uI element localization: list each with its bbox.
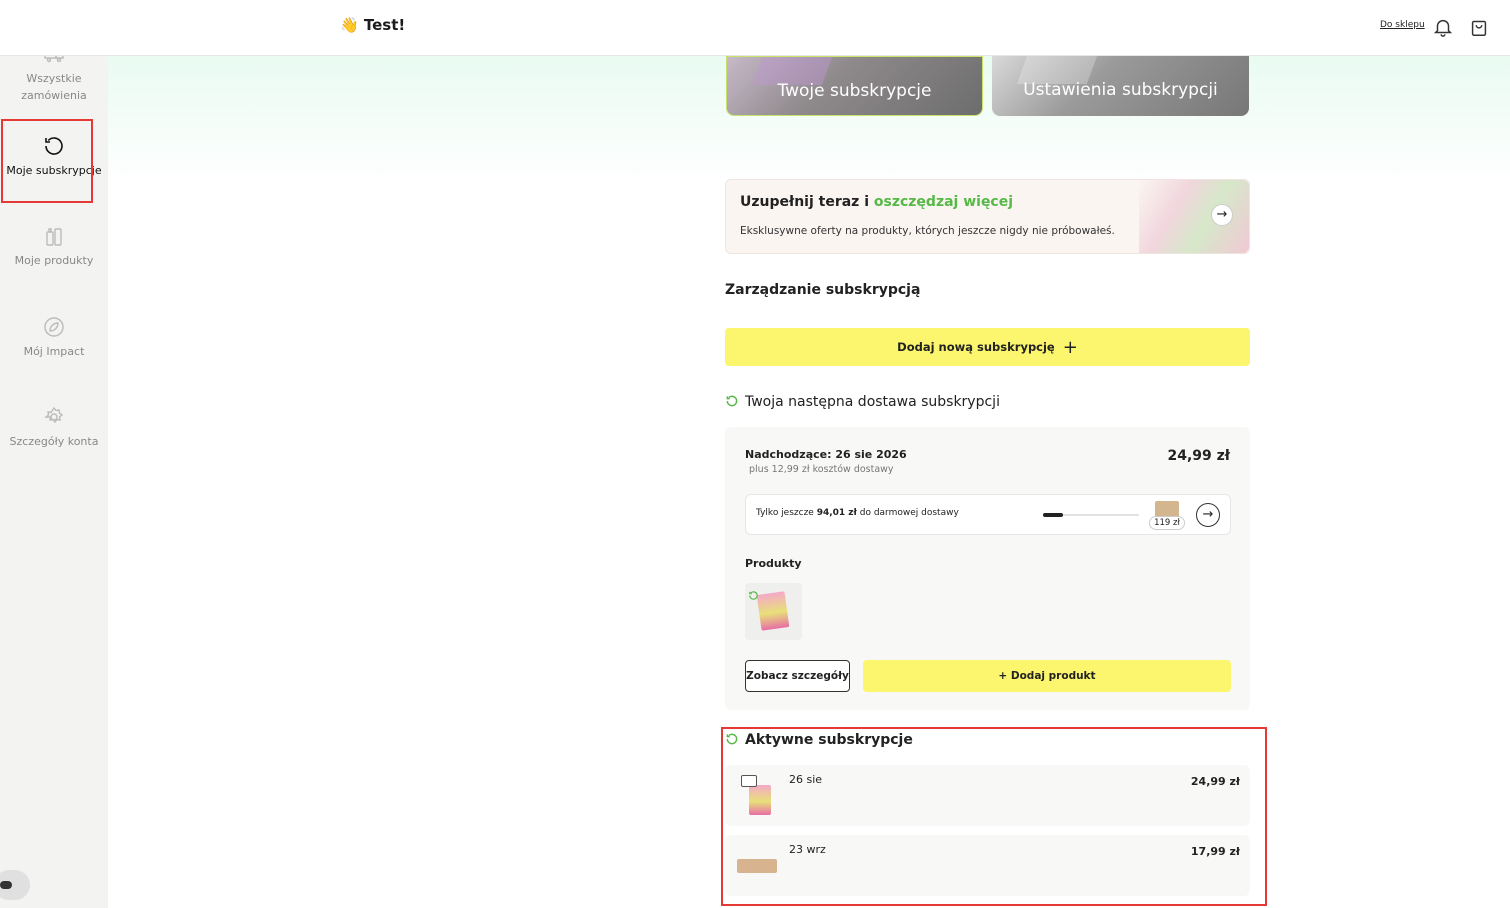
progress-track — [1043, 513, 1139, 517]
active-subscriptions-title-text: Aktywne subskrypcje — [745, 732, 913, 748]
products-title: Produkty — [745, 557, 802, 570]
next-delivery-title: Twoja następna dostawa subskrypcji — [725, 394, 1000, 410]
management-title: Zarządzanie subskrypcją — [725, 282, 921, 298]
subscription-price: 24,99 zł — [1190, 775, 1240, 788]
subscription-row[interactable]: 26 sie 24,99 zł — [725, 765, 1250, 826]
refresh-icon — [748, 586, 759, 600]
cart-icon[interactable] — [1468, 16, 1490, 38]
greeting-title: 👋 Test! — [340, 16, 406, 34]
free-shipping-progress: Tylko jeszcze 94,01 zł do darmowej dosta… — [745, 494, 1231, 535]
next-delivery-card: Nadchodzące: 26 sie 2026 plus 12,99 zł k… — [725, 427, 1250, 710]
see-details-button[interactable]: Zobacz szczegóły — [745, 660, 850, 692]
product-image — [756, 591, 790, 631]
sidebar-item-label: Wszystkie zamówienia — [21, 72, 87, 102]
arrow-right-icon[interactable]: → — [1196, 503, 1220, 527]
upcoming-date: Nadchodzące: 26 sie 2026 — [745, 448, 907, 461]
sidebar-item-label: Mój Impact — [23, 345, 85, 358]
free-shipping-text: Tylko jeszcze 94,01 zł do darmowej dosta… — [756, 508, 959, 518]
subscription-price: 17,99 zł — [1190, 845, 1240, 858]
promo-subtitle: Eksklusywne oferty na produkty, których … — [740, 225, 1115, 237]
sidebar: Wszystkie zamówienia Moje subskrypcje Mo… — [0, 49, 108, 908]
promo-title-highlight: oszczędzaj więcej — [873, 194, 1014, 210]
subscription-date: 23 wrz — [789, 843, 826, 856]
chat-toggle[interactable] — [0, 870, 30, 900]
tile-label: Twoje subskrypcje — [777, 81, 932, 101]
refresh-icon — [725, 394, 739, 408]
top-header: 👋 Test! Do sklepu — [0, 0, 1510, 56]
free-shipping-suffix: do darmowej dostawy — [856, 508, 959, 518]
highlight-box-sidebar — [1, 119, 93, 203]
progress-fill — [1043, 513, 1064, 517]
active-subscriptions-title: Aktywne subskrypcje — [725, 732, 913, 748]
sidebar-item-products[interactable]: Moje produkty — [0, 224, 108, 269]
threshold-label: 119 zł — [1149, 516, 1185, 530]
free-shipping-prefix: Tylko jeszcze — [756, 508, 817, 518]
tile-label: Ustawienia subskrypcji — [1023, 80, 1218, 100]
delivery-price: 24,99 zł — [1167, 448, 1230, 464]
gear-icon — [42, 405, 66, 429]
subscription-thumbnail — [739, 773, 773, 817]
add-subscription-label: Dodaj nową subskrypcję — [897, 340, 1055, 354]
shipping-cost: plus 12,99 zł kosztów dostawy — [749, 464, 894, 475]
add-subscription-button[interactable]: Dodaj nową subskrypcję + — [725, 328, 1250, 366]
product-thumbnail[interactable] — [745, 583, 802, 640]
promo-title-start: Uzupełnij teraz i — [740, 194, 874, 210]
sidebar-item-impact[interactable]: Mój Impact — [0, 315, 108, 360]
tile-your-subscriptions[interactable]: Twoje subskrypcje — [726, 56, 983, 116]
leaf-icon — [42, 315, 66, 339]
sidebar-item-account[interactable]: Szczegóły konta — [0, 405, 108, 450]
sidebar-item-label: Szczegóły konta — [9, 435, 99, 448]
sidebar-item-label: Moje produkty — [14, 254, 94, 267]
refresh-icon — [725, 732, 739, 746]
promo-banner[interactable]: Uzupełnij teraz i oszczędzaj więcej Eksk… — [725, 179, 1250, 254]
shop-link[interactable]: Do sklepu — [1380, 20, 1425, 30]
next-delivery-title-text: Twoja następna dostawa subskrypcji — [745, 394, 1000, 410]
promo-title: Uzupełnij teraz i oszczędzaj więcej — [740, 194, 1013, 210]
products-icon — [42, 224, 66, 248]
subscription-date: 26 sie — [789, 773, 823, 786]
bell-icon[interactable] — [1432, 16, 1454, 38]
add-product-button[interactable]: + Dodaj produkt — [863, 660, 1231, 692]
arrow-right-icon[interactable]: → — [1211, 204, 1233, 226]
subscription-row[interactable]: 23 wrz 17,99 zł — [725, 835, 1250, 896]
subscription-thumbnail — [737, 859, 777, 873]
tile-subscription-settings[interactable]: Ustawienia subskrypcji — [992, 56, 1249, 116]
plus-icon: + — [1062, 337, 1078, 358]
free-shipping-amount: 94,01 zł — [816, 508, 857, 518]
